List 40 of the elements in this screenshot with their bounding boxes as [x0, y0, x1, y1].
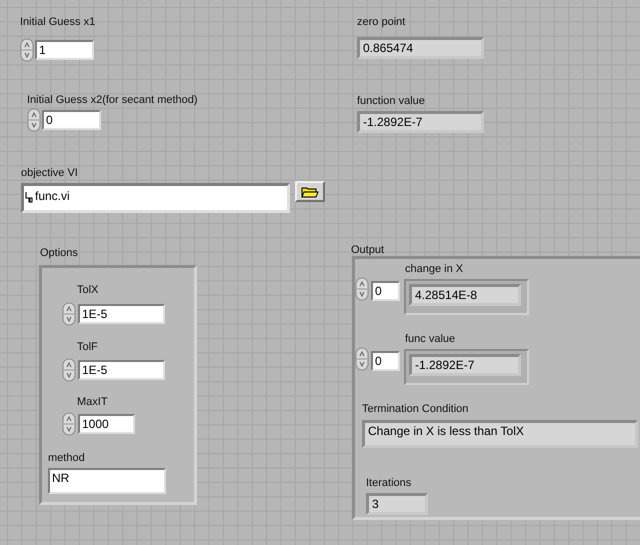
- control-label: TolF: [77, 341, 98, 354]
- control-label: MaxIT: [77, 396, 108, 409]
- control-label: Initial Guess x2(for secant method): [27, 94, 198, 107]
- folder-icon: [301, 186, 319, 198]
- control-label: TolX: [77, 284, 98, 297]
- spinner-arrows-icon[interactable]: [62, 358, 76, 382]
- numeric-input[interactable]: NR: [48, 468, 166, 494]
- numeric-input[interactable]: 1000: [78, 414, 135, 434]
- numeric-input[interactable]: 1: [35, 40, 94, 60]
- control-label: Output: [351, 244, 384, 257]
- control-label: function value: [357, 95, 425, 108]
- value-display: 4.28514E-8: [409, 284, 521, 306]
- spinner-arrows-icon[interactable]: [62, 302, 76, 326]
- path-icon: [25, 191, 33, 203]
- path-field[interactable]: func.vi: [21, 183, 290, 213]
- value-display: -1.2892E-7: [409, 354, 521, 376]
- control-label: Iterations: [366, 477, 412, 490]
- spinner-arrows-icon[interactable]: [20, 38, 34, 62]
- numeric-input[interactable]: 1E-5: [78, 360, 165, 380]
- numeric-input[interactable]: 0: [42, 110, 101, 130]
- control-label: func value: [405, 333, 456, 346]
- numeric-input[interactable]: 0: [371, 351, 400, 371]
- status-display: Change in X is less than TolX: [362, 420, 638, 448]
- control-label: zero point: [357, 16, 406, 29]
- control-label: change in X: [405, 263, 464, 276]
- spinner-arrows-icon[interactable]: [27, 108, 41, 132]
- control-label: Options: [40, 247, 78, 260]
- control-label: Termination Condition: [362, 403, 468, 416]
- spinner-arrows-icon[interactable]: [355, 347, 369, 371]
- value-display: 0.865474: [357, 37, 484, 59]
- numeric-input[interactable]: 0: [371, 281, 400, 301]
- spinner-arrows-icon[interactable]: [62, 412, 76, 436]
- value-display: -1.2892E-7: [357, 111, 484, 133]
- spinner-arrows-icon[interactable]: [355, 277, 369, 301]
- value-display: 3: [366, 493, 428, 515]
- numeric-input[interactable]: 1E-5: [78, 304, 165, 324]
- control-label: objective VI: [21, 167, 78, 180]
- browse-button[interactable]: [295, 181, 325, 202]
- control-label: Initial Guess x1: [20, 16, 96, 29]
- control-label: method: [48, 452, 85, 465]
